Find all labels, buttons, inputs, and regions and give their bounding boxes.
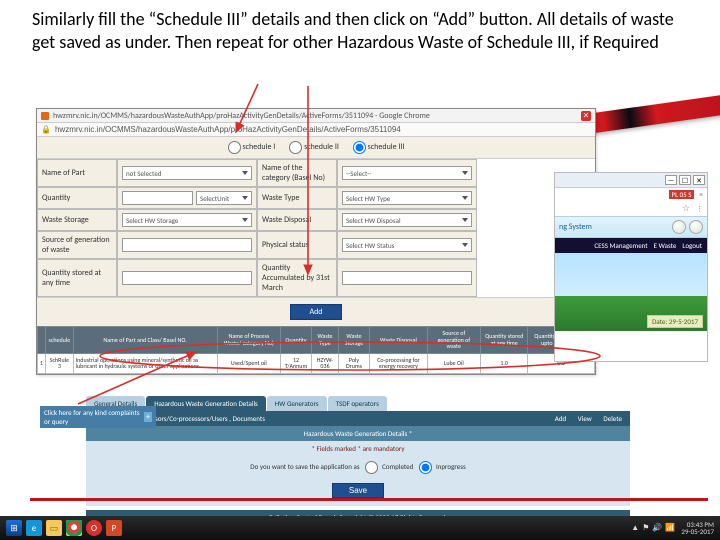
- chevron-down-icon: [242, 218, 248, 222]
- tray-up-icon[interactable]: ▲: [631, 523, 639, 533]
- complaint-link[interactable]: Click here for any kind complaints or qu…: [40, 406, 156, 428]
- portal-title: ng System: [559, 222, 592, 232]
- table-row[interactable]: 1 SchRule 3 Industrial operations using …: [38, 353, 595, 373]
- form-grid: Name of Part not Selected Name of the ca…: [37, 159, 595, 297]
- label-quantity: Quantity: [37, 187, 117, 209]
- action-delete[interactable]: Delete: [603, 414, 622, 423]
- chrome-icon[interactable]: [66, 520, 82, 536]
- lock-icon: 🔒: [41, 125, 51, 135]
- portal-header: ng System: [555, 216, 707, 238]
- menu-ewaste[interactable]: E Waste: [654, 241, 677, 250]
- add-row: Add: [37, 297, 595, 326]
- url-input[interactable]: [55, 125, 591, 134]
- chevron-down-icon: [242, 171, 248, 175]
- mandatory-note: * Fields marked * are mandatory: [86, 441, 630, 456]
- window-controls: — ☐ ✕: [555, 173, 707, 188]
- tab-hw-gen[interactable]: Hazardous Waste Generation Details: [146, 396, 266, 411]
- emblems: [672, 220, 703, 234]
- label-name-of-category: Name of the category (Basel No): [257, 159, 337, 187]
- schedule-radio-row: schedule I schedule II schedule III: [37, 137, 595, 159]
- label-physical-status: Physical status: [257, 231, 337, 259]
- opera-icon[interactable]: O: [86, 520, 102, 536]
- save-prompt-row: Do you want to save the application as C…: [86, 456, 630, 479]
- label-source-gen: Source of generation of waste: [37, 231, 117, 259]
- field-name-of-category[interactable]: --Select--: [337, 159, 477, 187]
- tab-hw-generators[interactable]: HW Generators: [267, 396, 327, 411]
- select-waste-type[interactable]: Select HW Type: [342, 191, 472, 205]
- field-qty-accum[interactable]: [337, 259, 477, 297]
- radio-completed[interactable]: [365, 461, 378, 474]
- decorative-red-line: [30, 498, 708, 501]
- action-view[interactable]: View: [578, 414, 592, 423]
- powerpoint-icon[interactable]: P: [106, 520, 122, 536]
- label-waste-type: Waste Type: [257, 187, 337, 209]
- tray-flag-icon[interactable]: ⚑: [642, 523, 649, 533]
- minimize-icon[interactable]: —: [665, 175, 677, 185]
- select-waste-storage[interactable]: Select HW Storage: [117, 209, 257, 231]
- field-waste-type-storage: Select HW Type: [337, 187, 477, 209]
- saved-waste-table: schedule Name of Part and Class/ Basel N…: [37, 326, 595, 374]
- browser-titlebar: hwzmrv.nic.in/OCMMS/hazardousWasteAuthAp…: [37, 109, 595, 123]
- tray-network-icon[interactable]: 📶: [665, 523, 675, 533]
- taskbar-clock[interactable]: 03:43 PM 29-05-2017: [681, 521, 714, 535]
- tab-title: hwzmrv.nic.in/OCMMS/hazardousWasteAuthAp…: [53, 111, 577, 121]
- star-icon[interactable]: ☆: [682, 203, 690, 214]
- radio-schedule3[interactable]: schedule III: [353, 142, 405, 152]
- menu-logout[interactable]: Logout: [682, 241, 702, 250]
- portal-lower: Click here for any kind complaints or qu…: [86, 396, 630, 525]
- bookmark-row: ☆ ⋮: [555, 201, 707, 216]
- close-icon[interactable]: ✕: [581, 111, 591, 121]
- field-name-of-part[interactable]: not Selected: [117, 159, 257, 187]
- chevron-down-icon: [462, 171, 468, 175]
- label-qty-stored: Quantity stored at any time: [37, 259, 117, 297]
- file-explorer-icon[interactable]: ▭: [46, 520, 62, 536]
- chevron-down-icon: [462, 243, 468, 247]
- background-window: — ☐ ✕ PL 05 S ≡ ☆ ⋮ ng System CESS Manag…: [554, 172, 708, 362]
- url-bar[interactable]: 🔒: [37, 123, 595, 137]
- radio-schedule2[interactable]: schedule II: [289, 142, 339, 152]
- field-quantity[interactable]: SelectUnit: [117, 187, 257, 209]
- portal-top-menu: CESS Management E Waste Logout: [555, 238, 707, 253]
- date-label: Date: 29-5-2017: [647, 315, 703, 328]
- radio-inprogress[interactable]: [419, 461, 432, 474]
- tray-volume-icon[interactable]: 🔊: [652, 523, 662, 533]
- field-qty-stored[interactable]: [117, 259, 257, 297]
- subrow: Recyclers/ Pre-processors/Co-processors/…: [86, 411, 630, 426]
- label-waste-disposal: Waste Disposal: [257, 209, 337, 231]
- field-source-gen[interactable]: [117, 231, 257, 259]
- tab-tsdf[interactable]: TSDF operators: [328, 396, 387, 411]
- menu-cess[interactable]: CESS Management: [594, 241, 647, 250]
- favicon: [41, 112, 49, 120]
- save-button-row: Save: [86, 479, 630, 506]
- menu-dots-icon[interactable]: ⋮: [696, 204, 703, 213]
- plus-icon: +: [144, 412, 152, 422]
- label-name-of-part: Name of Part: [37, 159, 117, 187]
- close-icon[interactable]: ✕: [693, 175, 705, 185]
- ie-icon[interactable]: e: [26, 520, 42, 536]
- label-qty-accum: Quantity Accumulated by 31st March: [257, 259, 337, 297]
- add-button[interactable]: Add: [290, 304, 341, 320]
- select-physical-status[interactable]: Select HW Status: [337, 231, 477, 259]
- portal-banner: Date: 29-5-2017: [555, 253, 707, 331]
- save-button[interactable]: Save: [332, 483, 384, 498]
- instruction-text: Similarly fill the “Schedule III” detail…: [0, 0, 720, 59]
- system-tray[interactable]: ▲ ⚑ 🔊 📶: [631, 523, 675, 533]
- chevron-down-icon: [242, 196, 248, 200]
- maximize-icon[interactable]: ☐: [679, 175, 691, 185]
- label-waste-storage-inline: Waste Storage: [37, 209, 117, 231]
- section-header: Hazardous Waste Generation Details *: [86, 426, 630, 441]
- taskbar: ⊞ e ▭ O P ▲ ⚑ 🔊 📶 03:43 PM 29-05-2017: [0, 516, 720, 540]
- action-add[interactable]: Add: [555, 414, 566, 423]
- pdf-badge: PL 05 S: [669, 190, 693, 199]
- table-header-row: schedule Name of Part and Class/ Basel N…: [38, 327, 595, 354]
- browser-toolbar-row: PL 05 S ≡: [555, 188, 707, 201]
- browser-window: hwzmrv.nic.in/OCMMS/hazardousWasteAuthAp…: [36, 108, 596, 375]
- start-button[interactable]: ⊞: [6, 520, 22, 536]
- menu-icon[interactable]: ≡: [700, 190, 704, 199]
- radio-schedule1[interactable]: schedule I: [228, 142, 276, 152]
- select-waste-disposal[interactable]: Select HW Disposal: [337, 209, 477, 231]
- chevron-down-icon: [462, 196, 468, 200]
- portal-tabs: General Details Hazardous Waste Generati…: [86, 396, 630, 411]
- chevron-down-icon: [462, 218, 468, 222]
